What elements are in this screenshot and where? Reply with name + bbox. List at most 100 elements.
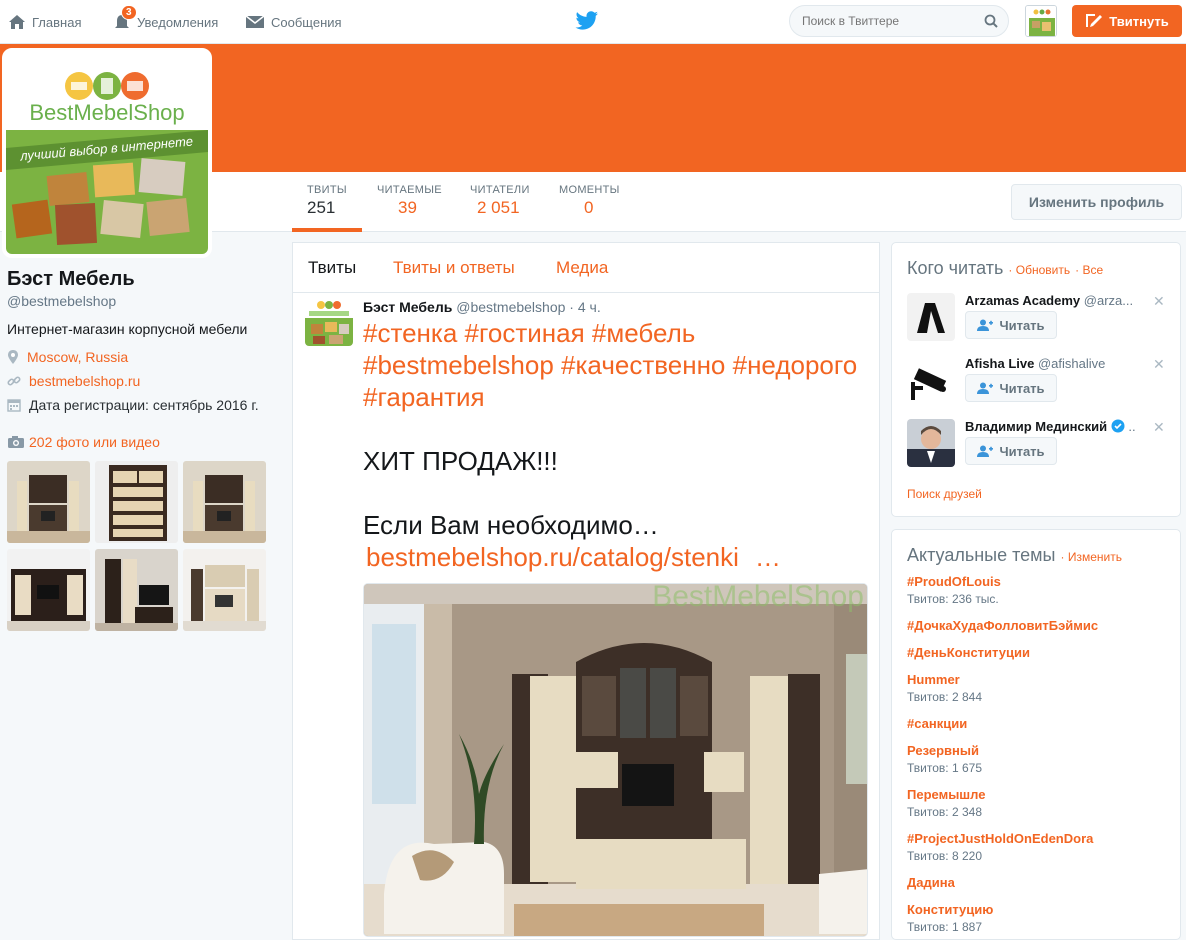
media-thumbnail[interactable] <box>7 461 90 543</box>
follow-button[interactable]: Читать <box>965 374 1057 402</box>
tweet-author-handle[interactable]: @bestmebelshop <box>456 299 565 315</box>
media-thumbnail[interactable] <box>95 461 178 543</box>
suggestion-name[interactable]: Afisha Live @afishalive <box>965 356 1135 371</box>
stat-following[interactable]: ЧИТАЕМЫЕ 39 <box>377 184 442 218</box>
account-avatar[interactable] <box>1025 5 1057 37</box>
top-navigation: Главная 3 Уведомления Сообщения Твитнуть <box>0 0 1186 44</box>
dismiss-icon[interactable]: ✕ <box>1153 419 1165 436</box>
living-room-photo: BestMebelShop <box>364 584 867 936</box>
suggestion-name[interactable]: Владимир Мединский ... <box>965 419 1135 434</box>
search-box[interactable] <box>789 5 1009 37</box>
location-text[interactable]: Moscow, Russia <box>27 349 128 365</box>
trend-item[interactable]: #санкции <box>907 716 967 731</box>
media-thumbnail[interactable] <box>95 549 178 631</box>
suggestion-handle: @afishalive <box>1037 356 1106 371</box>
trend-item[interactable]: #ДочкаХудаФолловитБэймис <box>907 618 1098 633</box>
stat-label: ЧИТАЕМЫЕ <box>377 184 442 196</box>
trend-count: Твитов: 8 220 <box>907 849 982 863</box>
account-avatar-image <box>1026 6 1056 36</box>
tweet-text: #стенка #гостиная #мебель #bestmebelshop… <box>363 317 873 573</box>
website-link[interactable]: bestmebelshop.ru <box>29 373 140 389</box>
dismiss-icon[interactable]: ✕ <box>1153 356 1165 373</box>
stat-followers[interactable]: ЧИТАТЕЛИ 2 051 <box>470 184 530 218</box>
suggestion-avatar[interactable] <box>907 419 955 467</box>
profile-name[interactable]: Бэст Мебель <box>7 268 277 291</box>
twitter-bird-icon[interactable] <box>575 10 599 32</box>
view-all-link[interactable]: Все <box>1082 263 1103 277</box>
nav-messages[interactable]: Сообщения <box>245 0 342 44</box>
nav-messages-label: Сообщения <box>271 14 342 30</box>
trend-item[interactable]: Резервный Твитов: 1 675 <box>907 743 982 775</box>
tweet-author-name[interactable]: Бэст Мебель <box>363 299 452 315</box>
trends-header: Актуальные темы · Изменить <box>907 545 1122 565</box>
photos-videos-label: 202 фото или видео <box>29 434 160 450</box>
trend-name: #ДеньКонституции <box>907 645 1030 660</box>
verified-badge-icon <box>1111 419 1125 433</box>
tweet-author-avatar[interactable] <box>305 298 353 346</box>
suggestion-avatar[interactable] <box>907 356 955 404</box>
trend-name: Резервный <box>907 743 979 758</box>
stat-value: 2 051 <box>477 198 520 217</box>
edit-profile-button[interactable]: Изменить профиль <box>1011 184 1182 220</box>
follow-button[interactable]: Читать <box>965 437 1057 465</box>
dismiss-icon[interactable]: ✕ <box>1153 293 1165 310</box>
trend-item[interactable]: Дадина <box>907 875 955 890</box>
tweet-link[interactable]: bestmebelshop.ru/catalog/stenki … <box>363 541 873 573</box>
logo-image: BestMebelShop лучший выбор в интернете <box>6 52 208 254</box>
profile-avatar[interactable]: BestMebelShop лучший выбор в интернете <box>2 48 212 258</box>
tweet-hashtags[interactable]: #гарантия <box>363 381 873 413</box>
suggestion-display-name: Владимир Мединский <box>965 419 1108 434</box>
photos-videos-link[interactable]: 202 фото или видео <box>7 434 160 450</box>
tweet-image[interactable]: BestMebelShop <box>363 583 868 937</box>
follow-button[interactable]: Читать <box>965 311 1057 339</box>
tab-media[interactable]: Медиа <box>556 258 608 278</box>
trend-item[interactable]: #ProudOfLouis Твитов: 236 тыс. <box>907 574 1001 606</box>
suggestion-display-name: Arzamas Academy <box>965 293 1081 308</box>
compose-tweet-label: Твитнуть <box>1109 13 1169 29</box>
trend-name: #ДочкаХудаФолловитБэймис <box>907 618 1099 633</box>
tweet-link-url[interactable]: bestmebelshop.ru/catalog/stenki <box>366 542 739 572</box>
trend-item[interactable]: Hummer Твитов: 2 844 <box>907 672 982 704</box>
media-thumbnail[interactable] <box>183 549 266 631</box>
stat-moments[interactable]: МОМЕНТЫ 0 <box>559 184 620 218</box>
logo-text: BestMebelShop <box>29 100 184 125</box>
suggestion-avatar[interactable] <box>907 293 955 341</box>
tweet-link-more[interactable]: … <box>755 542 781 572</box>
stat-label: ТВИТЫ <box>307 184 347 196</box>
media-thumbnail[interactable] <box>183 461 266 543</box>
media-thumbnail[interactable] <box>7 549 90 631</box>
suggestion-name[interactable]: Arzamas Academy @arza... <box>965 293 1135 308</box>
profile-sidebar: Бэст Мебель @bestmebelshop Интернет-мага… <box>7 268 277 413</box>
joined-text: Дата регистрации: сентябрь 2016 г. <box>29 397 259 413</box>
profile-handle[interactable]: @bestmebelshop <box>7 293 277 309</box>
refresh-link[interactable]: Обновить <box>1016 263 1070 277</box>
who-to-follow-header: Кого читать · Обновить · Все <box>907 258 1104 278</box>
trend-name: #ProudOfLouis <box>907 574 1001 589</box>
tab-tweets-replies[interactable]: Твиты и ответы <box>393 258 515 278</box>
follow-label: Читать <box>999 443 1045 459</box>
trends-card: Актуальные темы · Изменить #ProudOfLouis… <box>891 529 1181 940</box>
tweet-timestamp[interactable]: 4 ч. <box>578 299 601 315</box>
nav-notifications-label: Уведомления <box>137 14 219 30</box>
search-icon[interactable] <box>984 14 998 28</box>
link-icon <box>7 376 21 386</box>
tweet-hashtags[interactable]: #стенка #гостиная #мебель <box>363 317 873 349</box>
find-friends-link[interactable]: Поиск друзей <box>907 487 982 501</box>
trend-item[interactable]: Перемышле Твитов: 2 348 <box>907 787 985 819</box>
envelope-icon <box>245 15 265 28</box>
nav-notifications[interactable]: 3 Уведомления <box>113 0 218 44</box>
trend-item[interactable]: Конституцию Твитов: 1 887 <box>907 902 993 934</box>
trend-count: Твитов: 1 887 <box>907 920 982 934</box>
change-trends-link[interactable]: Изменить <box>1068 550 1122 564</box>
search-input[interactable] <box>802 14 984 28</box>
location-pin-icon <box>8 350 18 364</box>
trend-item[interactable]: #ДеньКонституции <box>907 645 1030 660</box>
compose-icon <box>1086 14 1103 27</box>
tweet-hashtags[interactable]: #bestmebelshop #качественно #недорого <box>363 349 873 381</box>
stat-tweets[interactable]: ТВИТЫ 251 <box>307 184 347 218</box>
image-watermark: BestMebelShop <box>652 584 864 613</box>
tab-tweets[interactable]: Твиты <box>308 258 356 278</box>
trend-item[interactable]: #ProjectJustHoldOnEdenDora Твитов: 8 220 <box>907 831 1093 863</box>
compose-tweet-button[interactable]: Твитнуть <box>1072 5 1182 37</box>
nav-home[interactable]: Главная <box>8 0 81 44</box>
